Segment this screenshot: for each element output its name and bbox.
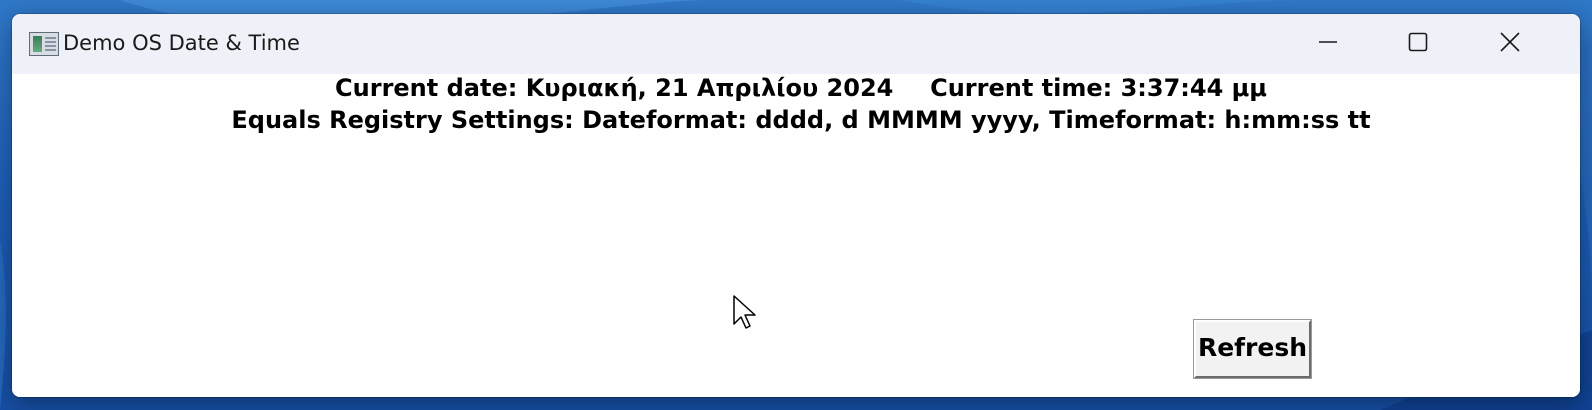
app-window: Demo OS Date & Time Current date: Κυριακ… (12, 14, 1580, 397)
current-datetime-line: Current date: Κυριακή, 21 Απριλίου 2024 … (12, 74, 1580, 102)
app-window-icon[interactable] (29, 32, 59, 56)
mouse-pointer-icon (733, 295, 756, 329)
current-time-label: Current time: (930, 74, 1113, 102)
current-time-value: 3:37:44 μμ (1120, 74, 1267, 102)
window-title: Demo OS Date & Time (63, 31, 300, 55)
close-icon (1500, 32, 1520, 52)
current-date-value: Κυριακή, 21 Απριλίου 2024 (525, 74, 894, 102)
maximize-icon (1408, 32, 1428, 52)
minimize-icon (1319, 41, 1337, 43)
current-date-label: Current date: (335, 74, 518, 102)
maximize-button[interactable] (1372, 14, 1464, 74)
title-bar[interactable]: Demo OS Date & Time (12, 14, 1580, 74)
minimize-button[interactable] (1282, 14, 1374, 74)
refresh-button[interactable]: Refresh (1194, 320, 1311, 378)
close-button[interactable] (1464, 14, 1556, 74)
registry-settings-line: Equals Registry Settings: Dateformat: dd… (231, 106, 1371, 134)
client-area: Current date: Κυριακή, 21 Απριλίου 2024 … (12, 74, 1580, 397)
